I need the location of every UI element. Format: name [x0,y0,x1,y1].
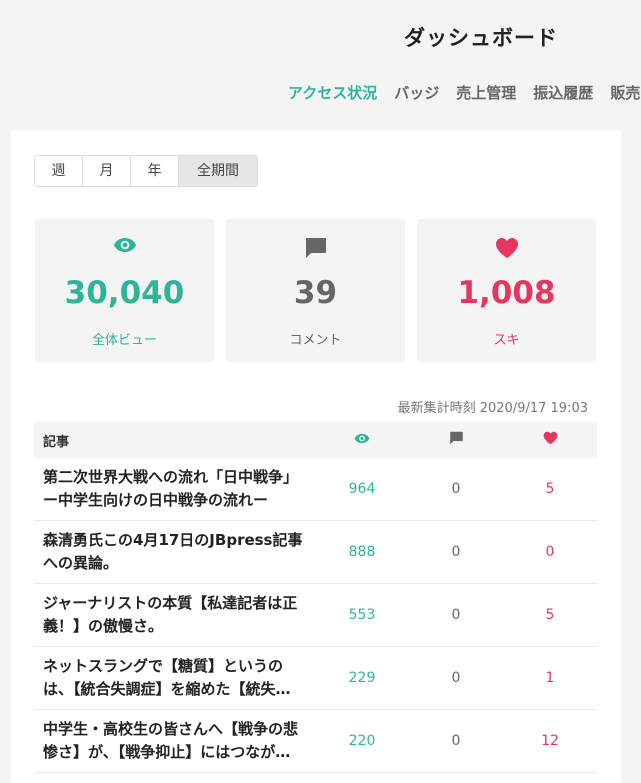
article-title[interactable]: ネットスラングで【糖質】というのは、【統合失調症】を縮めた【統失】から… [34,655,315,701]
table-row[interactable]: ネットスラングで【糖質】というのは、【統合失調症】を縮めた【統失】から… 229… [34,647,597,710]
article-likes: 5 [545,607,555,623]
period-all-button[interactable]: 全期間 [179,156,257,186]
views-value: 30,040 [64,275,185,311]
article-title[interactable]: 森清勇氏この4月17日のJBpress記事への異論。 [34,529,315,575]
comments-value: 39 [293,275,338,311]
views-label: 全体ビュー [91,333,157,348]
last-updated: 最新集計時刻 2020/9/17 19:03 [397,401,588,416]
comments-column-header [409,431,503,449]
article-title[interactable]: 中学生・高校生の皆さんへ【戦争の悲惨さ】が、【戦争抑止】にはつながらな… [34,718,315,764]
article-views: 553 [348,607,376,623]
comments-label: コメント [289,333,342,348]
period-selector: 週 月 年 全期間 [34,155,258,187]
article-likes: 0 [545,544,555,560]
tab-sales-more[interactable]: 販売 [610,82,640,103]
article-views: 888 [348,544,376,560]
eye-icon [113,237,137,257]
comments-stat: 39 コメント [226,219,405,362]
stats-card: 週 月 年 全期間 30,040 全体ビュー 39 コメント 1,008 スキ … [11,130,621,783]
table-row[interactable]: 森清勇氏この4月17日のJBpress記事への異論。 888 0 0 [34,521,597,584]
article-likes: 5 [545,481,555,497]
table-header: 記事 [34,422,597,458]
likes-value: 1,008 [457,275,556,311]
likes-stat: 1,008 スキ [417,219,596,362]
article-title[interactable]: ジャーナリストの本質【私達記者は正義！】の傲慢さ。 [34,592,315,638]
period-week-button[interactable]: 週 [35,156,83,186]
heart-icon [495,237,519,263]
page-title: ダッシュボード [404,26,558,50]
article-views: 220 [348,733,376,749]
period-month-button[interactable]: 月 [83,156,131,186]
eye-icon [354,432,370,448]
table-row[interactable]: ジャーナリストの本質【私達記者は正義！】の傲慢さ。 553 0 5 [34,584,597,647]
article-views: 964 [348,481,376,497]
views-stat: 30,040 全体ビュー [35,219,214,362]
article-likes: 1 [545,670,555,686]
tab-access[interactable]: アクセス状況 [288,82,377,103]
dashboard-tabs: アクセス状況 バッジ 売上管理 振込履歴 販売 [288,82,641,103]
views-column-header [315,432,409,448]
article-column-header: 記事 [43,434,70,450]
table-row[interactable]: 第二次世界大戦への流れ「日中戦争」ー中学生向けの日中戦争の流れー 964 0 5 [34,458,597,521]
tab-transfers[interactable]: 振込履歴 [533,82,593,103]
period-year-button[interactable]: 年 [131,156,179,186]
article-views: 229 [348,670,376,686]
heart-icon [543,431,558,449]
comment-icon [304,237,328,263]
tab-badges[interactable]: バッジ [394,82,439,103]
table-row[interactable]: 中学生・高校生の皆さんへ【戦争の悲惨さ】が、【戦争抑止】にはつながらな… 220… [34,710,597,773]
article-likes: 12 [541,733,559,749]
likes-column-header [503,431,597,449]
article-title[interactable]: 第二次世界大戦への流れ「日中戦争」ー中学生向けの日中戦争の流れー [34,466,315,512]
article-comments: 0 [451,733,461,749]
article-comments: 0 [451,544,461,560]
article-comments: 0 [451,670,461,686]
comment-icon [449,431,464,449]
articles-table: 記事 第二次世界大戦への流れ「日中戦争」ー中学生向けの日中戦争の流れー 964 … [34,422,597,773]
likes-label: スキ [493,333,520,348]
tab-sales[interactable]: 売上管理 [456,82,516,103]
article-comments: 0 [451,481,461,497]
article-comments: 0 [451,607,461,623]
